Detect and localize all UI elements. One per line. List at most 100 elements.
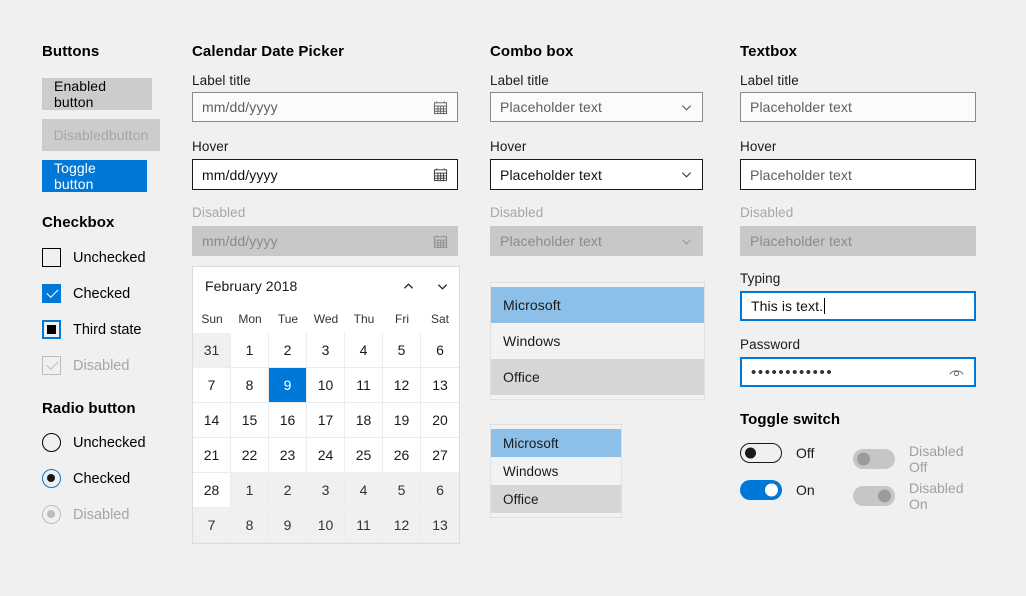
chevron-down-icon[interactable] [680, 168, 693, 181]
toggle-label: Disabled On [909, 480, 964, 512]
calendar-day[interactable]: 3 [307, 333, 345, 368]
calendar-day[interactable]: 14 [193, 403, 231, 438]
password-label: Password [740, 337, 801, 352]
calendar-day[interactable]: 25 [345, 438, 383, 473]
calendar-day[interactable]: 16 [269, 403, 307, 438]
calendar-day[interactable]: 6 [421, 333, 459, 368]
calendar-flyout[interactable]: February 2018 Sun Mon Tue Wed Thu Fri Sa… [192, 266, 460, 544]
calendar-day[interactable]: 8 [231, 368, 269, 403]
eye-icon[interactable] [948, 365, 965, 379]
checkbox-checked[interactable]: Checked [42, 284, 130, 303]
calendar-day[interactable]: 6 [421, 473, 459, 508]
datepicker-value: mm/dd/yyyy [202, 99, 278, 115]
textbox-field-typing[interactable]: This is text. [740, 291, 976, 321]
dropdown-item-selected[interactable]: Microsoft [491, 429, 621, 457]
toggle-switch-on[interactable] [740, 480, 782, 500]
chevron-down-icon[interactable] [680, 101, 693, 114]
combobox-label-disabled: Disabled [490, 205, 544, 220]
calendar-month-label[interactable]: February 2018 [205, 278, 391, 294]
toggle-on[interactable]: On [740, 480, 815, 500]
radio-circle-unchecked[interactable] [42, 433, 61, 452]
calendar-day[interactable]: 1 [231, 333, 269, 368]
dropdown-item-selected[interactable]: Microsoft [491, 287, 704, 323]
password-field[interactable]: •••••••••••• [740, 357, 976, 387]
radio-circle-checked[interactable] [42, 469, 61, 488]
calendar-day[interactable]: 15 [231, 403, 269, 438]
calendar-day[interactable]: 13 [421, 368, 459, 403]
radio-checked[interactable]: Checked [42, 469, 130, 488]
radio-unchecked[interactable]: Unchecked [42, 433, 146, 452]
checkbox-box-unchecked[interactable] [42, 248, 61, 267]
calendar-day[interactable]: 5 [383, 333, 421, 368]
calendar-day[interactable]: 10 [307, 508, 345, 543]
chevron-down-icon [680, 235, 693, 248]
dropdown-item[interactable]: Office [491, 485, 621, 513]
combobox-dropdown-narrow[interactable]: Microsoft Windows Office [490, 424, 622, 518]
calendar-day[interactable]: 17 [307, 403, 345, 438]
checkbox-section-title: Checkbox [42, 214, 115, 231]
toggle-switch-off[interactable] [740, 443, 782, 463]
calendar-day[interactable]: 2 [269, 473, 307, 508]
textbox-field-hover[interactable]: Placeholder text [740, 159, 976, 190]
combobox-field-default[interactable]: Placeholder text [490, 92, 703, 122]
calendar-day[interactable]: 4 [345, 333, 383, 368]
calendar-day[interactable]: 4 [345, 473, 383, 508]
calendar-day[interactable]: 1 [231, 473, 269, 508]
calendar-day[interactable]: 18 [345, 403, 383, 438]
calendar-day[interactable]: 23 [269, 438, 307, 473]
radio-label: Checked [73, 470, 131, 487]
combobox-dropdown-wide[interactable]: Microsoft Windows Office [490, 282, 705, 400]
day-header: Tue [277, 312, 299, 326]
calendar-day[interactable]: 24 [307, 438, 345, 473]
enabled-button[interactable]: Enabled button [42, 78, 152, 110]
day-header: Thu [353, 312, 375, 326]
checkbox-third-state[interactable]: Third state [42, 320, 142, 339]
checkbox-box-checked[interactable] [42, 284, 61, 303]
combobox-value: Placeholder text [500, 233, 602, 249]
calendar-grid[interactable]: 31 1 2 3 4 5 6 7 8 9 10 11 12 13 14 15 16 17 18 19 20 21 22 23 2… [193, 333, 459, 543]
datepicker-field-default[interactable]: mm/dd/yyyy [192, 92, 458, 122]
calendar-day[interactable]: 13 [421, 508, 459, 543]
calendar-day[interactable]: 27 [421, 438, 459, 473]
toggle-off[interactable]: Off [740, 443, 814, 463]
textbox-typed-value: This is text. [751, 298, 826, 314]
textbox-label-disabled: Disabled [740, 205, 794, 220]
calendar-day[interactable]: 12 [383, 368, 421, 403]
combobox-field-hover[interactable]: Placeholder text [490, 159, 703, 190]
calendar-day[interactable]: 3 [307, 473, 345, 508]
calendar-day[interactable]: 20 [421, 403, 459, 438]
chevron-down-icon[interactable] [425, 269, 459, 303]
calendar-day[interactable]: 31 [193, 333, 231, 368]
calendar-day[interactable]: 9 [269, 508, 307, 543]
calendar-day[interactable]: 7 [193, 368, 231, 403]
calendar-day[interactable]: 26 [383, 438, 421, 473]
chevron-up-icon[interactable] [391, 269, 425, 303]
dropdown-item[interactable]: Windows [491, 457, 621, 485]
datepicker-field-hover[interactable]: mm/dd/yyyy [192, 159, 458, 190]
checkbox-box-third-state[interactable] [42, 320, 61, 339]
calendar-day[interactable]: 22 [231, 438, 269, 473]
radio-label: Unchecked [73, 434, 146, 451]
toggle-switch-disabled-on [853, 486, 895, 506]
calendar-day[interactable]: 11 [345, 508, 383, 543]
calendar-day[interactable]: 12 [383, 508, 421, 543]
day-header: Sat [430, 312, 449, 326]
datepicker-field-disabled: mm/dd/yyyy [192, 226, 458, 256]
textbox-placeholder: Placeholder text [750, 99, 852, 115]
calendar-day[interactable]: 21 [193, 438, 231, 473]
calendar-day-selected[interactable]: 9 [269, 368, 307, 403]
calendar-day[interactable]: 11 [345, 368, 383, 403]
textbox-field-disabled: Placeholder text [740, 226, 976, 256]
calendar-day[interactable]: 2 [269, 333, 307, 368]
calendar-day[interactable]: 7 [193, 508, 231, 543]
calendar-day[interactable]: 8 [231, 508, 269, 543]
toggle-button[interactable]: Toggle button [42, 160, 147, 192]
calendar-day[interactable]: 5 [383, 473, 421, 508]
dropdown-item[interactable]: Windows [491, 323, 704, 359]
dropdown-item[interactable]: Office [491, 359, 704, 395]
textbox-field-default[interactable]: Placeholder text [740, 92, 976, 122]
checkbox-unchecked[interactable]: Unchecked [42, 248, 146, 267]
calendar-day[interactable]: 19 [383, 403, 421, 438]
calendar-day[interactable]: 10 [307, 368, 345, 403]
calendar-day[interactable]: 28 [193, 473, 231, 508]
